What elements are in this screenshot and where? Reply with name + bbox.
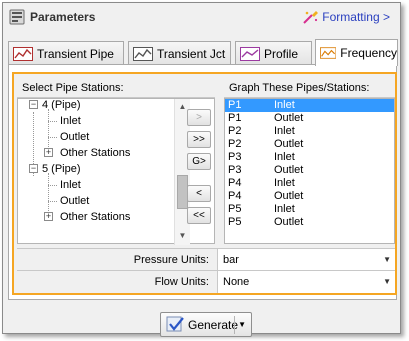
list-item[interactable]: P2 Inlet [225,125,394,138]
profile-icon [240,46,260,61]
tab-transient-jct-label: Transient Jct [157,46,226,61]
tree-item-pipe-4[interactable]: 4 (Pipe) [42,99,81,111]
list-item[interactable]: P3 Outlet [225,164,394,177]
tree-line [48,201,57,202]
add-all-button[interactable]: >> [187,131,211,148]
list-item[interactable]: P1 Inlet [225,99,394,112]
pipe-station-tree[interactable]: − 4 (Pipe) Inlet Outlet + Other Stations… [17,98,215,245]
parameters-icon [9,9,25,25]
remove-all-button[interactable]: << [187,207,211,224]
tab-transient-pipe[interactable]: Transient Pipe [8,41,124,65]
tree-item-station[interactable]: Inlet [60,179,81,191]
expand-icon[interactable]: + [44,148,53,157]
list-item[interactable]: P5 Inlet [225,203,394,216]
tree-item-pipe-5[interactable]: 5 (Pipe) [42,163,81,175]
list-item[interactable]: P4 Inlet [225,177,394,190]
tree-item-other-stations[interactable]: Other Stations [60,147,130,159]
list-item[interactable]: P3 Inlet [225,151,394,164]
list-item[interactable]: P2 Outlet [225,138,394,151]
list-item[interactable]: P1 Outlet [225,112,394,125]
generate-button[interactable]: Generate ▼ [160,312,252,337]
collapse-icon[interactable]: − [29,164,38,173]
tree-line [48,185,57,186]
frequency-icon [320,47,337,59]
flow-units-select[interactable]: None ▼ [217,271,395,293]
title-bar: Parameters Formatting > [3,3,400,31]
graph-stations-header: Graph These Pipes/Stations: [224,78,395,98]
list-item[interactable]: P4 Outlet [225,190,394,203]
select-stations-header: Select Pipe Stations: [17,78,215,98]
tree-line [48,137,57,138]
tree-item-station[interactable]: Inlet [60,115,81,127]
remove-station-button[interactable]: < [187,185,211,202]
formatting-label: Formatting > [322,10,390,24]
add-station-button[interactable]: > [187,109,211,126]
tree-item-other-stations[interactable]: Other Stations [60,211,130,223]
parameters-window: Parameters Formatting > Transient Pipe T… [2,2,401,337]
flow-units-row: Flow Units: None ▼ [17,270,395,293]
list-item[interactable]: P5 Outlet [225,216,394,229]
pressure-units-select[interactable]: bar ▼ [217,249,395,271]
expand-icon[interactable]: + [44,212,53,221]
tree-line [48,121,57,122]
pressure-units-row: Pressure Units: bar ▼ [17,248,395,271]
chevron-down-icon[interactable]: ▼ [238,320,246,329]
flow-units-label: Flow Units: [154,276,209,288]
tab-frequency[interactable]: Frequency [315,39,398,66]
transient-pipe-icon [13,46,33,61]
frequency-settings-frame: Select Pipe Stations: Graph These Pipes/… [12,72,397,295]
split-divider [234,316,235,334]
tab-strip: Transient Pipe Transient Jct Profile Fre… [8,39,398,66]
formatting-icon [303,11,319,24]
tab-transient-pipe-label: Transient Pipe [37,46,114,61]
tree-item-station[interactable]: Outlet [60,131,89,143]
graph-stations-list[interactable]: P1 Inlet P1 Outlet P2 Inlet P2 Outlet P3 Inle… [224,98,395,244]
add-group-button[interactable]: G> [187,153,211,170]
tab-transient-jct[interactable]: Transient Jct [128,41,231,65]
tree-item-station[interactable]: Outlet [60,195,89,207]
transient-jct-icon [133,46,153,61]
checkmark-icon [166,316,184,331]
pressure-units-value: bar [223,254,239,266]
pressure-units-label: Pressure Units: [133,254,209,266]
formatting-link[interactable]: Formatting > [303,10,390,24]
scroll-down-icon[interactable]: ▼ [175,228,190,244]
tab-profile[interactable]: Profile [235,41,312,65]
flow-units-value: None [223,276,250,288]
window-title: Parameters [30,10,96,24]
tab-frequency-label: Frequency [340,46,397,60]
generate-label: Generate [188,317,239,332]
chevron-down-icon: ▼ [383,277,391,286]
chevron-down-icon: ▼ [383,255,391,264]
collapse-icon[interactable]: − [29,100,38,109]
tab-profile-label: Profile [264,46,299,61]
